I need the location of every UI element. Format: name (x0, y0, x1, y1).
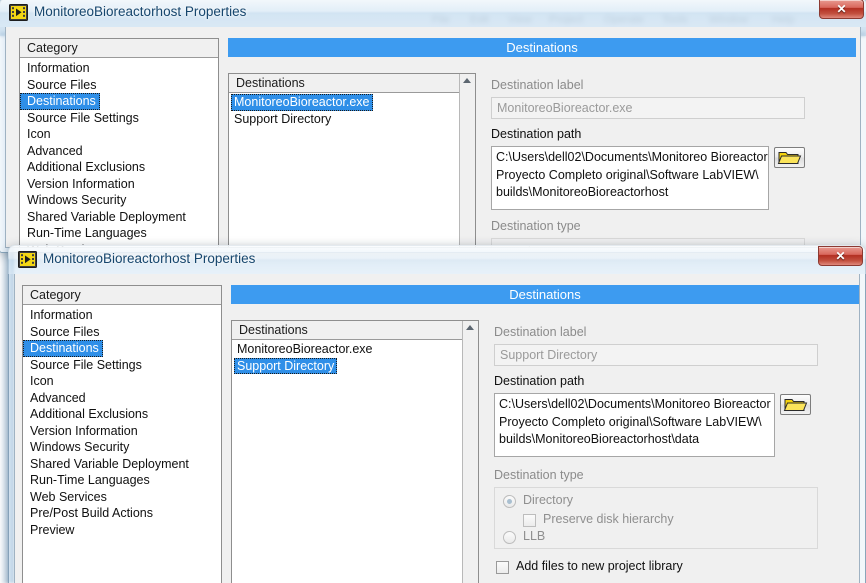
destination-path-line-1: C:\Users\dell02\Documents\Monitoreo Bior… (496, 150, 768, 164)
category-item-pre-post-build-actions[interactable]: Pre/Post Build Actions (23, 505, 157, 522)
category-item-information[interactable]: Information (20, 60, 94, 77)
category-items-front[interactable]: Information Source Files Destinations So… (23, 305, 221, 537)
folder-open-icon (777, 152, 802, 164)
destinations-list-back[interactable]: Destinations MonitoreoBioreactor.exe Sup… (228, 73, 476, 247)
destination-type-caption-back: Destination type (491, 219, 581, 233)
category-item-shared-variable-deployment[interactable]: Shared Variable Deployment (20, 209, 190, 226)
category-item-information[interactable]: Information (23, 307, 97, 324)
category-item-destinations[interactable]: Destinations (20, 93, 100, 110)
category-item-run-time-languages[interactable]: Run-Time Languages (20, 225, 151, 242)
panel-title-band-back: Destinations (228, 38, 856, 57)
checkbox-preserve-disk-hierarchy-label: Preserve disk hierarchy (543, 512, 674, 526)
category-item-additional-exclusions[interactable]: Additional Exclusions (20, 159, 149, 176)
category-item-icon[interactable]: Icon (20, 126, 55, 143)
destination-label-field-front[interactable]: Support Directory (494, 344, 818, 366)
destination-type-caption-front: Destination type (494, 468, 584, 482)
properties-window-back[interactable]: MonitoreoBioreactorhost Properties ✕ Cat… (0, 0, 866, 253)
category-item-version-information[interactable]: Version Information (20, 176, 139, 193)
radio-directory-label-front: Directory (523, 493, 574, 507)
window-title-back: MonitoreoBioreactorhost Properties (34, 4, 247, 19)
category-item-preview[interactable]: Preview (23, 522, 78, 539)
category-header-back: Category (20, 39, 218, 58)
destination-path-line-2: Proyecto Completo original\Software LabV… (496, 167, 759, 182)
browse-path-button-back[interactable] (774, 147, 805, 168)
radio-directory-front[interactable] (503, 495, 516, 508)
destination-path-field-front[interactable]: C:\Users\dell02\Documents\Monitoreo Bior… (494, 393, 775, 457)
titlebar-back[interactable]: MonitoreoBioreactorhost Properties ✕ (0, 0, 866, 27)
category-item-run-time-languages[interactable]: Run-Time Languages (23, 472, 154, 489)
category-item-source-file-settings[interactable]: Source File Settings (20, 110, 143, 127)
category-item-advanced[interactable]: Advanced (20, 143, 87, 160)
window-title-front: MonitoreoBioreactorhost Properties (43, 251, 256, 266)
destination-label-field-back[interactable]: MonitoreoBioreactor.exe (491, 97, 805, 119)
category-item-advanced[interactable]: Advanced (23, 390, 90, 407)
panel-title-band-front: Destinations (231, 285, 859, 304)
radio-llb[interactable] (503, 531, 516, 544)
properties-window-front[interactable]: MonitoreoBioreactorhost Properties ✕ Cat… (8, 245, 866, 583)
category-items-back[interactable]: Information Source Files Destinations So… (20, 58, 218, 247)
category-item-web-services[interactable]: Web Services (23, 489, 111, 506)
destination-type-group-front: Directory Preserve disk hierarchy LLB (494, 487, 818, 549)
labview-vi-icon (18, 251, 37, 268)
scroll-up-icon[interactable] (466, 325, 474, 330)
destinations-header-front: Destinations (232, 321, 478, 340)
close-icon: ✕ (836, 2, 847, 16)
category-item-windows-security[interactable]: Windows Security (20, 192, 130, 209)
destinations-header-back: Destinations (229, 74, 475, 93)
destination-path-caption-front: Destination path (494, 374, 585, 388)
destination-path-line-1: C:\Users\dell02\Documents\Monitoreo Bior… (499, 397, 771, 411)
category-item-additional-exclusions[interactable]: Additional Exclusions (23, 406, 152, 423)
category-item-icon[interactable]: Icon (23, 373, 58, 390)
category-list-back[interactable]: Category Information Source Files Destin… (19, 38, 219, 247)
destination-path-line-2: Proyecto Completo original\Software LabV… (499, 414, 762, 429)
category-item-source-file-settings[interactable]: Source File Settings (23, 357, 146, 374)
category-item-shared-variable-deployment[interactable]: Shared Variable Deployment (23, 456, 193, 473)
destination-path-line-3: builds\MonitoreoBioreactorhost\data (499, 432, 700, 446)
destination-path-field-back[interactable]: C:\Users\dell02\Documents\Monitoreo Bior… (491, 146, 769, 210)
destination-item-support[interactable]: Support Directory (231, 111, 334, 128)
checkbox-add-files-to-new-project-library-label: Add files to new project library (516, 559, 683, 573)
destination-item-support[interactable]: Support Directory (234, 357, 338, 374)
close-button-front[interactable]: ✕ (818, 246, 863, 266)
dialog-client-back: Category Information Source Files Destin… (5, 27, 861, 248)
radio-llb-label: LLB (523, 529, 546, 543)
close-button-back[interactable]: ✕ (819, 0, 864, 19)
destination-label-caption-front: Destination label (494, 325, 587, 339)
destinations-scrollbar-back[interactable] (459, 74, 475, 247)
category-item-destinations[interactable]: Destinations (23, 340, 103, 357)
close-icon: ✕ (835, 249, 846, 263)
destinations-list-front[interactable]: Destinations MonitoreoBioreactor.exe Sup… (231, 320, 479, 583)
category-list-front[interactable]: Category Information Source Files Destin… (22, 285, 222, 583)
destination-item-exe[interactable]: MonitoreoBioreactor.exe (231, 94, 373, 111)
checkbox-add-files-to-new-project-library[interactable] (496, 561, 509, 574)
destination-path-line-3: builds\MonitoreoBioreactorhost (496, 185, 669, 199)
dialog-client-front: Category Information Source Files Destin… (14, 274, 860, 583)
destination-path-caption-back: Destination path (491, 127, 582, 141)
titlebar-front[interactable]: MonitoreoBioreactorhost Properties ✕ (8, 245, 866, 274)
browse-path-button-front[interactable] (780, 394, 811, 415)
category-item-source-files[interactable]: Source Files (23, 324, 103, 341)
destination-label-caption-back: Destination label (491, 78, 584, 92)
category-item-source-files[interactable]: Source Files (20, 77, 100, 94)
folder-open-icon (783, 399, 808, 411)
category-header-front: Category (23, 286, 221, 305)
destination-item-exe[interactable]: MonitoreoBioreactor.exe (234, 341, 376, 358)
destinations-scrollbar-front[interactable] (462, 321, 478, 583)
category-item-windows-security[interactable]: Windows Security (23, 439, 133, 456)
checkbox-preserve-disk-hierarchy[interactable] (523, 514, 536, 527)
scroll-up-icon[interactable] (463, 78, 471, 83)
labview-vi-icon (9, 4, 28, 21)
category-item-version-information[interactable]: Version Information (23, 423, 142, 440)
